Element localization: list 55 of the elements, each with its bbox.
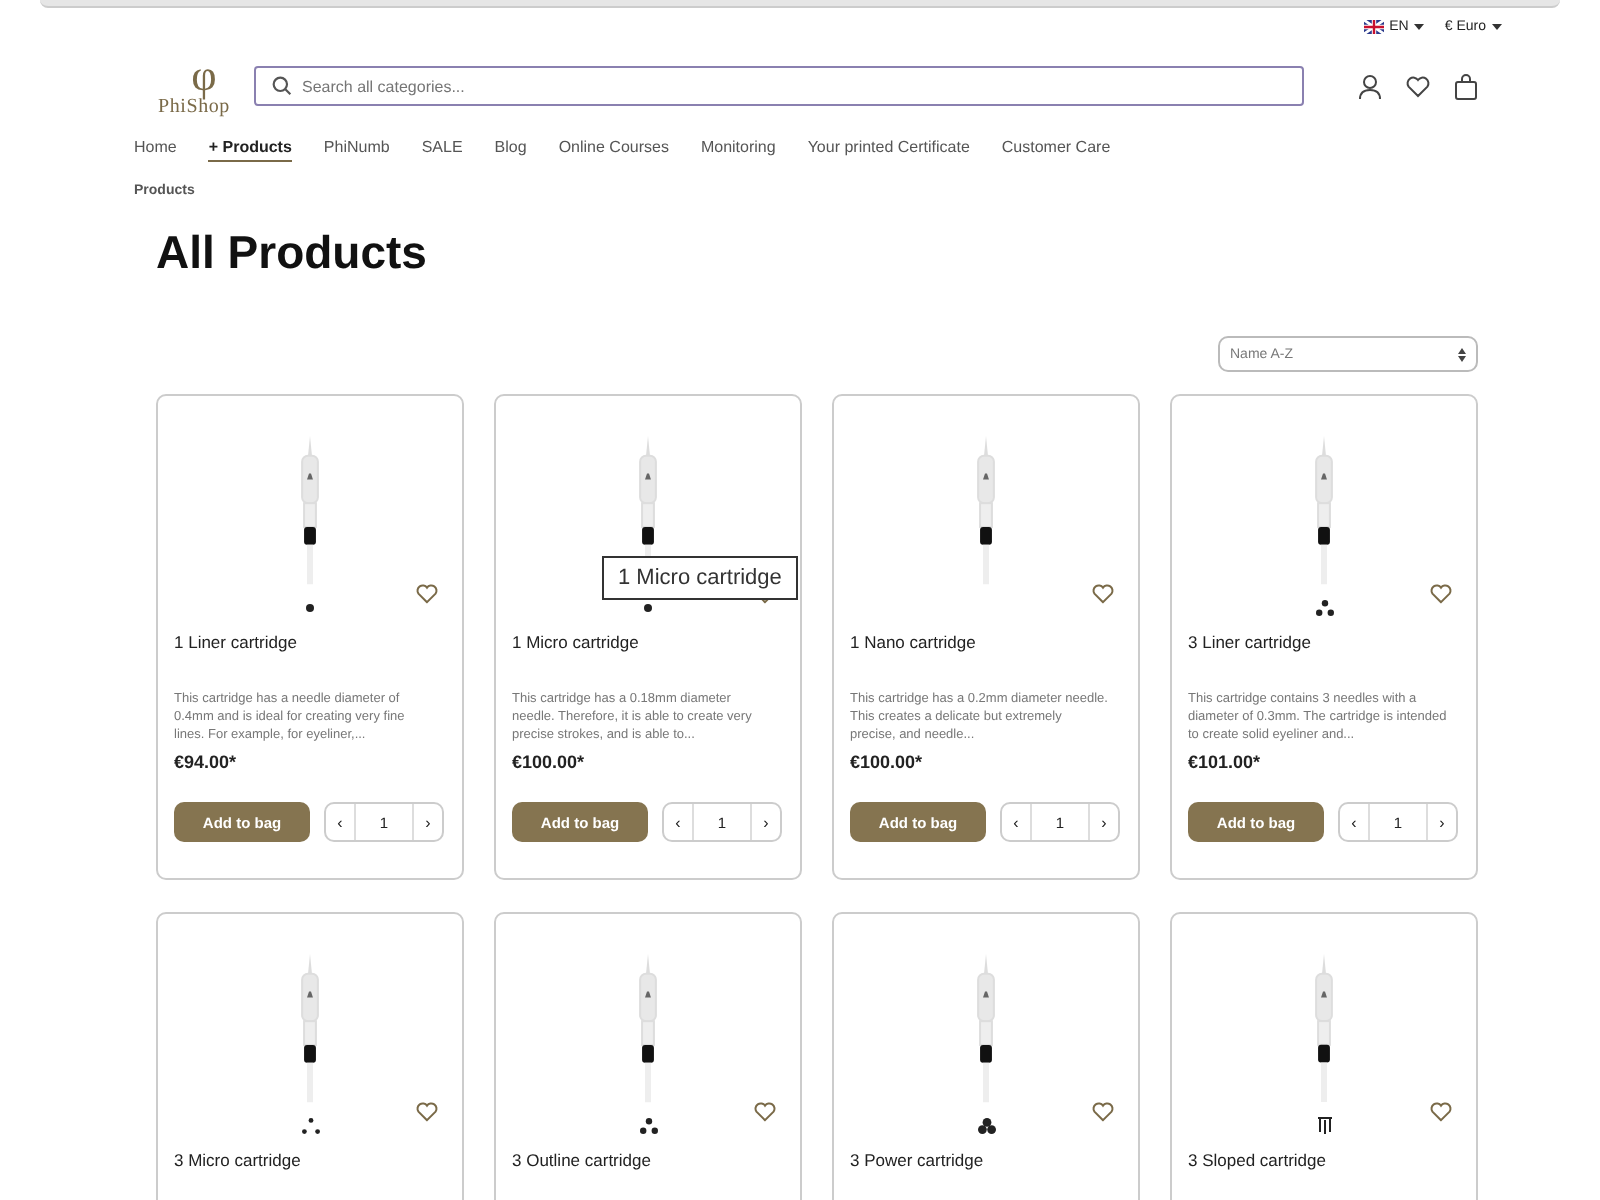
caret-icon xyxy=(1414,24,1425,30)
heart-icon[interactable] xyxy=(1430,1102,1452,1122)
page-title: All Products xyxy=(156,226,429,280)
needle-dot-icon xyxy=(306,603,314,612)
needle-cluster-icon xyxy=(1315,599,1333,616)
product-price: €100.00* xyxy=(512,752,587,773)
product-price: €101.00* xyxy=(1188,752,1263,773)
product-price: €94.00* xyxy=(174,752,239,773)
search-icon xyxy=(272,76,292,96)
product-name[interactable]: 3 Outline cartridge xyxy=(512,1150,784,1170)
product-name[interactable]: 3 Liner cartridge xyxy=(1188,632,1460,652)
heart-icon[interactable] xyxy=(416,1102,438,1122)
needle-row-icon xyxy=(1317,1116,1331,1134)
nav-link[interactable]: PhiNumb xyxy=(323,138,390,162)
decrease-button[interactable]: ‹ xyxy=(326,804,354,841)
nav-link[interactable]: Customer Care xyxy=(1001,138,1111,162)
product-price: €100.00* xyxy=(850,752,925,773)
heart-icon[interactable] xyxy=(1092,1102,1114,1122)
increase-button[interactable]: › xyxy=(1090,804,1118,841)
needle-cluster-icon xyxy=(977,1117,995,1134)
nav-link[interactable]: + Products xyxy=(208,138,292,162)
heart-icon[interactable] xyxy=(1430,584,1452,604)
heart-icon[interactable] xyxy=(754,1102,776,1122)
bag-icon[interactable] xyxy=(1454,73,1478,99)
search-field[interactable]: Search all categories... xyxy=(254,66,1304,106)
product-name[interactable]: 1 Micro cartridge xyxy=(512,632,784,652)
logo[interactable]: φ PhiShop xyxy=(134,54,254,118)
sort-arrows-icon xyxy=(1458,347,1466,361)
nav-link[interactable]: Home xyxy=(134,138,177,162)
product-name[interactable]: 1 Liner cartridge xyxy=(174,632,446,652)
caret-icon xyxy=(1492,24,1502,30)
nav-link[interactable]: Blog xyxy=(494,138,527,162)
needle-cluster-icon xyxy=(301,1117,319,1134)
increase-button[interactable]: › xyxy=(414,804,442,841)
product-name[interactable]: 1 Nano cartridge xyxy=(850,632,1122,652)
decrease-button[interactable]: ‹ xyxy=(1002,804,1030,841)
increase-button[interactable]: › xyxy=(1428,804,1456,841)
product-name[interactable]: 3 Sloped cartridge xyxy=(1188,1150,1460,1170)
needle-cluster-icon xyxy=(639,1117,657,1134)
nav-link[interactable]: Online Courses xyxy=(558,138,669,162)
heart-icon[interactable] xyxy=(1092,584,1114,604)
product-name[interactable]: 3 Micro cartridge xyxy=(174,1150,446,1170)
product-name[interactable]: 3 Power cartridge xyxy=(850,1150,1122,1170)
account-icon[interactable] xyxy=(1358,73,1382,99)
tooltip: 1 Micro cartridge xyxy=(602,556,798,600)
decrease-button[interactable]: ‹ xyxy=(1340,804,1368,841)
heart-icon[interactable] xyxy=(416,584,438,604)
nav-link[interactable]: Your printed Certificate xyxy=(807,138,970,162)
needle-dot-icon xyxy=(644,603,652,612)
flag-icon xyxy=(1363,20,1384,34)
decrease-button[interactable]: ‹ xyxy=(664,804,692,841)
increase-button[interactable]: › xyxy=(752,804,780,841)
nav-link[interactable]: Monitoring xyxy=(700,138,776,162)
heart-icon[interactable] xyxy=(1406,75,1430,97)
nav-link[interactable]: SALE xyxy=(421,138,463,162)
